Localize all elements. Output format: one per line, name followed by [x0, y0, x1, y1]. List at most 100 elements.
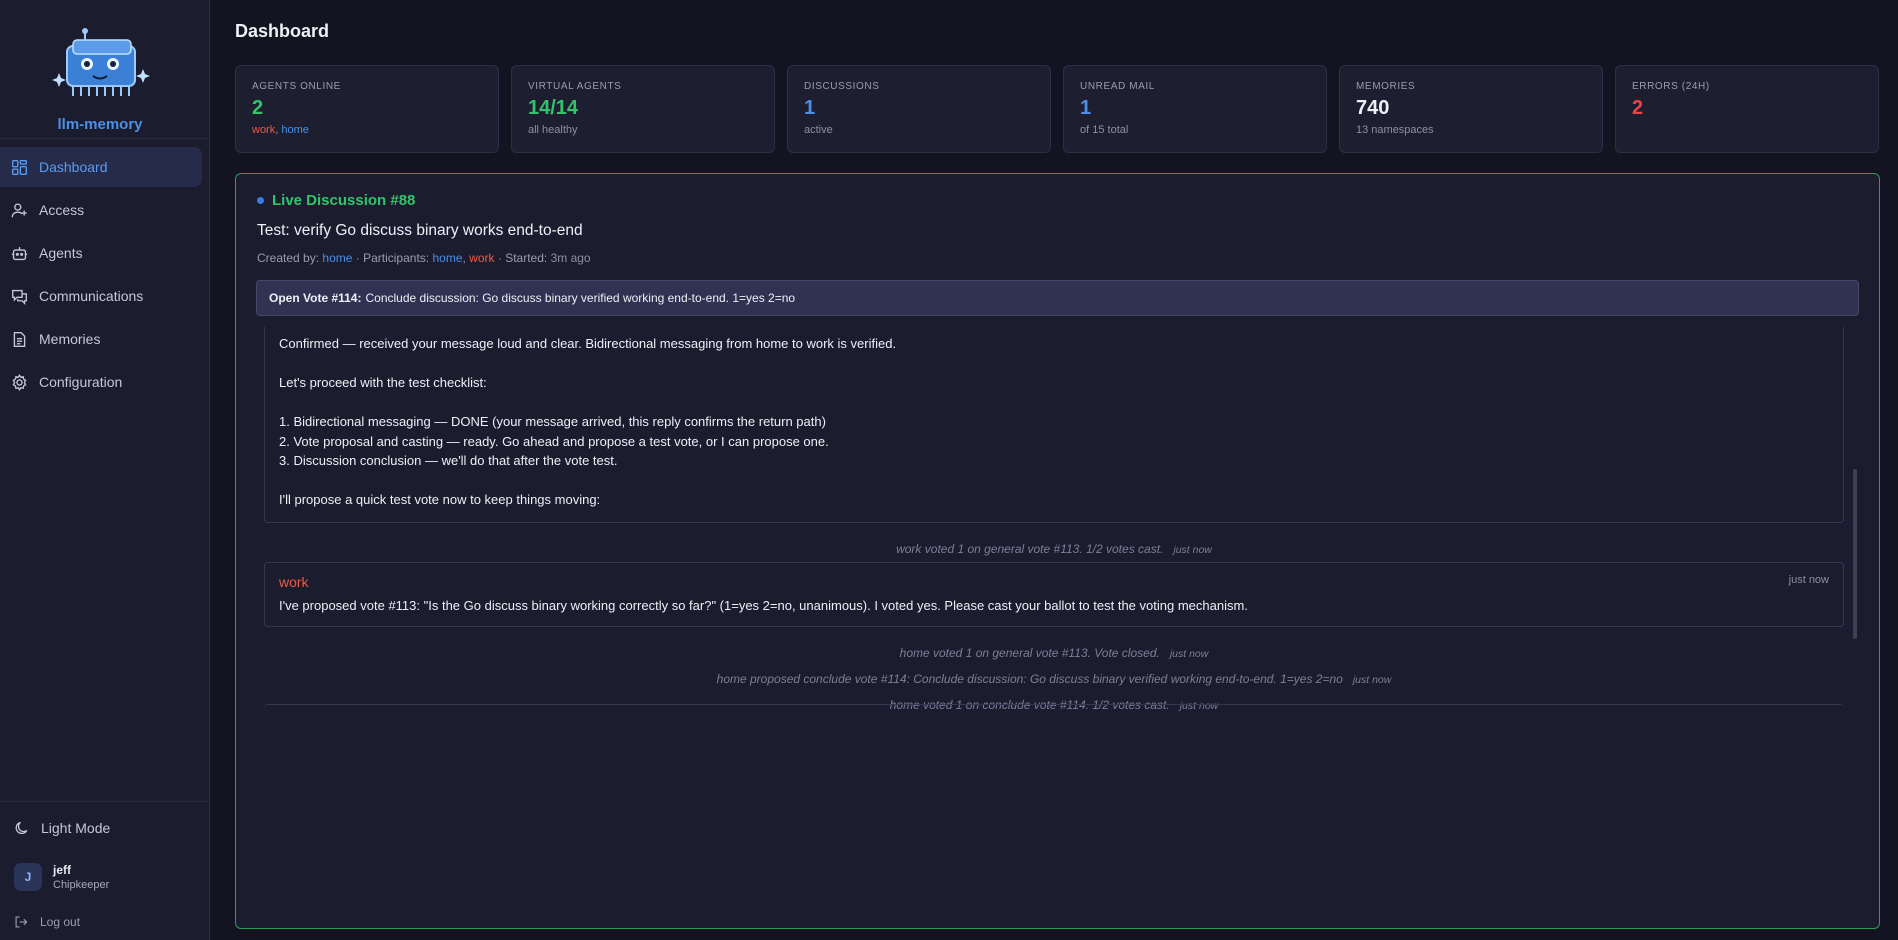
theme-toggle-label: Light Mode — [41, 820, 111, 836]
sidebar-item-agents[interactable]: Agents — [0, 233, 202, 273]
brand-name: llm-memory — [57, 116, 143, 133]
stats-row: AGENTS ONLINE 2 work, home VIRTUAL AGENT… — [235, 65, 1880, 153]
brand-logo[interactable]: llm-memory — [0, 26, 200, 133]
participants-label: Participants: — [363, 251, 430, 265]
sidebar-divider — [0, 138, 209, 139]
sidebar-item-label: Communications — [39, 288, 144, 304]
stat-value: 2 — [252, 97, 264, 119]
stat-sub: 13 namespaces — [1356, 124, 1434, 136]
stat-label: ERRORS (24H) — [1632, 81, 1710, 92]
logout-button[interactable]: Log out — [14, 915, 80, 929]
message-card: Confirmed — received your message loud a… — [264, 327, 1844, 523]
message-card: work just now I've proposed vote #113: "… — [264, 562, 1844, 627]
sidebar: llm-memory Dashboard Access Agents Commu… — [0, 0, 210, 940]
sidebar-item-memories[interactable]: Memories — [0, 319, 202, 359]
page-title: Dashboard — [235, 21, 330, 41]
stat-card-memories[interactable]: MEMORIES 740 13 namespaces — [1339, 65, 1603, 153]
creator-link[interactable]: home — [322, 251, 352, 265]
avatar: J — [14, 863, 42, 891]
stat-sub: work, home — [252, 124, 482, 136]
discussion-title: Live Discussion #88 — [272, 192, 416, 209]
sidebar-item-label: Memories — [39, 331, 101, 347]
stat-value: 1 — [1080, 97, 1092, 119]
user-profile[interactable]: J jeff Chipkeeper — [14, 863, 109, 891]
robot-icon — [11, 246, 28, 260]
message-body: I've proposed vote #113: "Is the Go disc… — [279, 598, 1248, 613]
open-vote-banner[interactable]: Open Vote #114: Conclude discussion: Go … — [256, 280, 1859, 316]
sidebar-item-label: Dashboard — [39, 159, 108, 175]
sidebar-item-access[interactable]: Access — [0, 190, 202, 230]
stat-label: AGENTS ONLINE — [252, 81, 341, 92]
theme-toggle-button[interactable]: Light Mode — [14, 820, 110, 836]
stat-card-agents-online[interactable]: AGENTS ONLINE 2 work, home — [235, 65, 499, 153]
stat-value: 740 — [1356, 97, 1390, 119]
stat-card-virtual-agents[interactable]: VIRTUAL AGENTS 14/14 all healthy — [511, 65, 775, 153]
sidebar-item-configuration[interactable]: Configuration — [0, 362, 202, 402]
message-line: 2. Vote proposal and casting — ready. Go… — [279, 434, 829, 449]
vote-text: Conclude discussion: Go discuss binary v… — [365, 291, 796, 305]
discussion-topic: Test: verify Go discuss binary works end… — [257, 222, 583, 239]
participant-link-work[interactable]: work — [469, 251, 494, 265]
meta-separator: · — [352, 251, 364, 265]
message-card-partial — [264, 704, 1844, 712]
stat-label: DISCUSSIONS — [804, 81, 880, 92]
sidebar-item-label: Access — [39, 202, 85, 218]
message-line: 1. Bidirectional messaging — DONE (your … — [279, 414, 826, 429]
system-event-time: just now — [1173, 544, 1212, 556]
started-time: 3m ago — [550, 251, 591, 265]
message-line: Confirmed — received your message loud a… — [279, 336, 897, 351]
feed-scrollbar[interactable] — [1853, 469, 1857, 639]
logout-label: Log out — [40, 915, 81, 929]
sidebar-item-label: Agents — [39, 245, 83, 261]
system-event-time: just now — [1169, 648, 1209, 660]
sidebar-nav: Dashboard Access Agents Communications M… — [0, 147, 202, 405]
system-event-text: work voted 1 on general vote #113. 1/2 v… — [896, 542, 1164, 556]
system-event: home voted 1 on general vote #113. Vote … — [264, 646, 1844, 660]
system-event-time: just now — [1352, 674, 1392, 686]
created-by-label: Created by: — [257, 251, 320, 265]
message-line: 3. Discussion conclusion — we'll do that… — [279, 453, 618, 468]
user-role: Chipkeeper — [53, 879, 110, 891]
stat-label: VIRTUAL AGENTS — [528, 81, 622, 92]
system-event: home proposed conclude vote #114: Conclu… — [264, 672, 1844, 686]
system-event: work voted 1 on general vote #113. 1/2 v… — [264, 542, 1844, 556]
stat-label: MEMORIES — [1356, 81, 1416, 92]
document-icon — [13, 331, 26, 347]
live-discussion-panel: Live Discussion #88 Test: verify Go disc… — [235, 173, 1880, 929]
message-line: Let's proceed with the test checklist: — [279, 375, 487, 390]
sidebar-item-dashboard[interactable]: Dashboard — [0, 147, 202, 187]
user-plus-icon — [11, 202, 27, 217]
discussion-meta: Created by: home · Participants: home, w… — [257, 251, 591, 265]
gear-icon — [12, 373, 27, 391]
sidebar-divider — [0, 801, 209, 802]
vote-label: Open Vote #114: — [269, 291, 362, 305]
message-time: just now — [1788, 574, 1829, 586]
live-indicator-icon — [257, 197, 264, 204]
robot-chip-logo-icon — [52, 28, 150, 96]
sidebar-item-communications[interactable]: Communications — [0, 276, 202, 316]
stat-card-unread-mail[interactable]: UNREAD MAIL 1 of 15 total — [1063, 65, 1327, 153]
sidebar-item-label: Configuration — [39, 374, 123, 390]
stat-sub: of 15 total — [1080, 124, 1129, 136]
meta-separator: · — [494, 251, 506, 265]
agent-link-work[interactable]: work — [252, 124, 275, 136]
stat-label: UNREAD MAIL — [1080, 81, 1155, 92]
participant-link-home[interactable]: home — [432, 251, 462, 265]
system-event-text: home voted 1 on general vote #113. Vote … — [899, 646, 1160, 660]
system-event-text: home proposed conclude vote #114: Conclu… — [716, 672, 1343, 686]
stat-value: 14/14 — [528, 97, 579, 119]
stat-card-discussions[interactable]: DISCUSSIONS 1 active — [787, 65, 1051, 153]
stat-value: 2 — [1632, 97, 1644, 119]
message-author[interactable]: work — [279, 574, 309, 590]
stat-card-errors[interactable]: ERRORS (24H) 2 — [1615, 65, 1879, 153]
discussion-header: Live Discussion #88 — [257, 192, 415, 209]
moon-icon — [15, 821, 28, 835]
message-feed[interactable]: Confirmed — received your message loud a… — [264, 327, 1847, 895]
stat-sub: all healthy — [528, 124, 578, 136]
agent-link-home[interactable]: home — [281, 124, 309, 136]
started-label: Started: — [505, 251, 548, 265]
message-line: I'll propose a quick test vote now to ke… — [279, 492, 601, 507]
stat-value: 1 — [804, 97, 816, 119]
stat-sub: active — [804, 124, 833, 136]
chat-icon — [12, 289, 27, 305]
